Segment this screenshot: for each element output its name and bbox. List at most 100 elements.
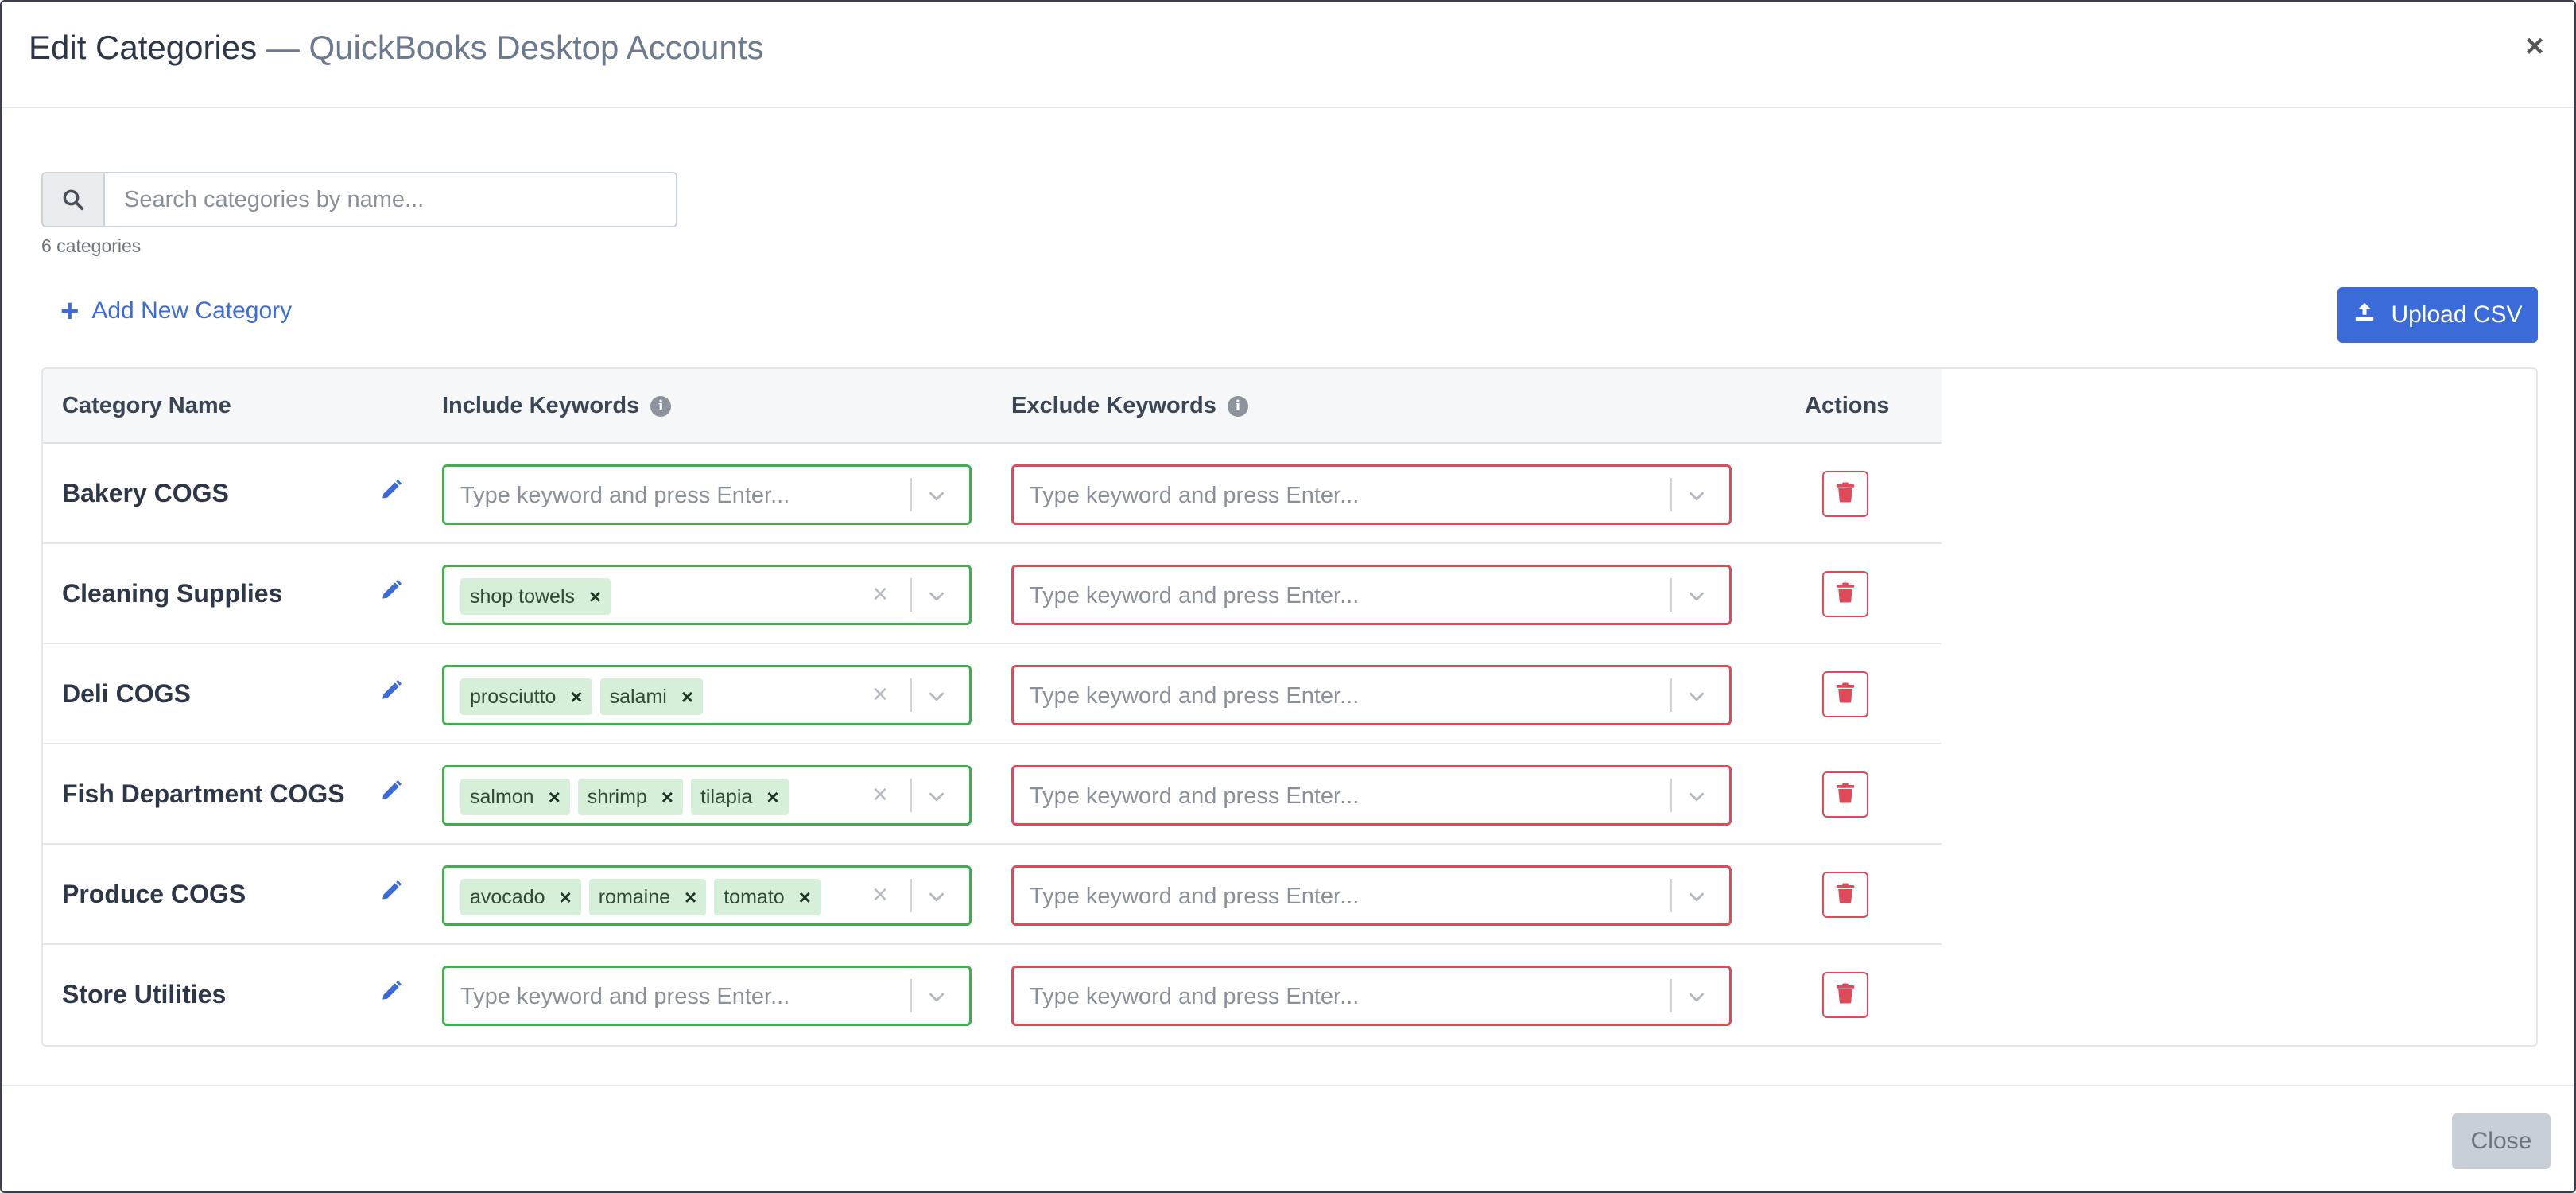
trash-icon bbox=[1833, 581, 1857, 608]
trash-icon bbox=[1833, 781, 1857, 809]
chevron-down-icon[interactable] bbox=[1685, 484, 1709, 508]
divider bbox=[1670, 478, 1672, 511]
delete-button[interactable] bbox=[1822, 771, 1868, 818]
chevron-down-icon[interactable] bbox=[925, 685, 949, 709]
remove-tag-icon[interactable]: × bbox=[589, 585, 601, 609]
delete-button[interactable] bbox=[1822, 471, 1868, 517]
include-keywords-field[interactable]: salmon × shrimp × tilapia × × bbox=[442, 765, 972, 826]
remove-tag-icon[interactable]: × bbox=[549, 785, 561, 810]
header-actions-label: Actions bbox=[1805, 393, 1890, 418]
clear-icon[interactable]: × bbox=[866, 580, 894, 608]
category-name: Cleaning Supplies bbox=[62, 579, 283, 608]
include-tags: avocado × romaine × tomato × bbox=[460, 879, 821, 915]
header-include-keywords: Include Keywords i bbox=[442, 393, 672, 419]
include-keywords-field[interactable]: Type keyword and press Enter... bbox=[442, 966, 972, 1026]
table-row: Store Utilities Type keyword and press En… bbox=[43, 945, 1942, 1045]
keyword-tag-label: shop towels bbox=[470, 585, 576, 608]
table-row: Cleaning Supplies shop towels × × Type keywo… bbox=[43, 544, 1942, 644]
remove-tag-icon[interactable]: × bbox=[799, 885, 811, 910]
chevron-down-icon[interactable] bbox=[925, 785, 949, 809]
trash-icon bbox=[1833, 480, 1857, 508]
pencil-icon[interactable] bbox=[378, 878, 404, 903]
divider bbox=[910, 678, 912, 712]
remove-tag-icon[interactable]: × bbox=[766, 785, 778, 810]
divider bbox=[1670, 879, 1672, 912]
chevron-down-icon[interactable] bbox=[1685, 985, 1709, 1009]
category-name: Bakery COGS bbox=[62, 479, 229, 507]
keyword-tag-label: tomato bbox=[724, 885, 785, 908]
delete-button[interactable] bbox=[1822, 671, 1868, 717]
exclude-keywords-field[interactable]: Type keyword and press Enter... bbox=[1011, 464, 1732, 525]
divider bbox=[1670, 578, 1672, 612]
pencil-icon[interactable] bbox=[378, 577, 404, 603]
include-keywords-field[interactable]: shop towels × × bbox=[442, 565, 972, 625]
exclude-keywords-field[interactable]: Type keyword and press Enter... bbox=[1011, 765, 1732, 826]
category-count: 6 categories bbox=[41, 235, 142, 256]
remove-tag-icon[interactable]: × bbox=[685, 885, 696, 910]
keyword-tag: shrimp × bbox=[577, 779, 683, 815]
add-category-button[interactable]: + Add New Category bbox=[60, 293, 293, 328]
category-name: Produce COGS bbox=[62, 880, 246, 908]
search-icon[interactable] bbox=[43, 173, 105, 226]
upload-icon bbox=[2353, 300, 2376, 330]
chevron-down-icon[interactable] bbox=[925, 585, 949, 608]
include-keywords-field[interactable]: prosciutto × salami × × bbox=[442, 665, 972, 725]
chevron-down-icon[interactable] bbox=[925, 484, 949, 508]
header-exclude-keywords: Exclude Keywords i bbox=[1011, 393, 1248, 419]
pencil-icon[interactable] bbox=[378, 477, 404, 503]
exclude-placeholder: Type keyword and press Enter... bbox=[1030, 683, 1360, 709]
modal-subtitle: QuickBooks Desktop Accounts bbox=[308, 29, 764, 66]
chevron-down-icon[interactable] bbox=[1685, 685, 1709, 709]
include-keywords-field[interactable]: avocado × romaine × tomato × × bbox=[442, 865, 972, 926]
chevron-down-icon[interactable] bbox=[925, 885, 949, 909]
upload-csv-button[interactable]: Upload CSV bbox=[2337, 287, 2538, 343]
chevron-down-icon[interactable] bbox=[1685, 585, 1709, 608]
clear-icon[interactable]: × bbox=[866, 680, 894, 709]
keyword-tag: romaine × bbox=[588, 879, 707, 915]
remove-tag-icon[interactable]: × bbox=[661, 785, 673, 810]
keyword-tag-label: tilapia bbox=[700, 785, 753, 808]
divider bbox=[910, 578, 912, 612]
chevron-down-icon[interactable] bbox=[925, 985, 949, 1009]
upload-csv-label: Upload CSV bbox=[2391, 301, 2523, 328]
table-row: Produce COGS avocado × romaine × tomato × × Type… bbox=[43, 845, 1942, 945]
close-icon[interactable]: × bbox=[2519, 30, 2551, 62]
exclude-placeholder: Type keyword and press Enter... bbox=[1030, 583, 1360, 608]
include-keywords-field[interactable]: Type keyword and press Enter... bbox=[442, 464, 972, 525]
chevron-down-icon[interactable] bbox=[1685, 785, 1709, 809]
pencil-icon[interactable] bbox=[378, 678, 404, 703]
category-name: Deli COGS bbox=[62, 679, 191, 708]
clear-icon[interactable]: × bbox=[866, 880, 894, 909]
remove-tag-icon[interactable]: × bbox=[570, 685, 582, 709]
header-category-name-label: Category Name bbox=[62, 393, 231, 418]
exclude-keywords-field[interactable]: Type keyword and press Enter... bbox=[1011, 565, 1732, 625]
pencil-icon[interactable] bbox=[378, 778, 404, 803]
category-name: Fish Department COGS bbox=[62, 779, 345, 808]
info-icon[interactable]: i bbox=[650, 395, 672, 417]
exclude-keywords-field[interactable]: Type keyword and press Enter... bbox=[1011, 966, 1732, 1026]
clear-icon[interactable]: × bbox=[866, 780, 894, 809]
chevron-down-icon[interactable] bbox=[1685, 885, 1709, 909]
info-icon[interactable]: i bbox=[1227, 395, 1248, 417]
modal-title-separator: — bbox=[266, 29, 300, 66]
include-tags: prosciutto × salami × bbox=[460, 678, 704, 715]
keyword-tag: shop towels × bbox=[460, 578, 611, 615]
exclude-keywords-field[interactable]: Type keyword and press Enter... bbox=[1011, 665, 1732, 725]
add-category-label: Add New Category bbox=[91, 297, 293, 324]
delete-button[interactable] bbox=[1822, 872, 1868, 918]
plus-icon: + bbox=[60, 293, 80, 328]
exclude-keywords-field[interactable]: Type keyword and press Enter... bbox=[1011, 865, 1732, 926]
exclude-placeholder: Type keyword and press Enter... bbox=[1030, 884, 1360, 909]
search-bar bbox=[41, 172, 677, 227]
delete-button[interactable] bbox=[1822, 571, 1868, 617]
delete-button[interactable] bbox=[1822, 972, 1868, 1018]
remove-tag-icon[interactable]: × bbox=[560, 885, 572, 910]
table-header: Category Name Include Keywords i Exclude … bbox=[43, 369, 1942, 444]
pencil-icon[interactable] bbox=[378, 978, 404, 1004]
header-category-name: Category Name bbox=[62, 393, 231, 419]
search-input[interactable] bbox=[105, 173, 676, 226]
close-button[interactable]: Close bbox=[2452, 1113, 2551, 1169]
keyword-tag-label: salmon bbox=[470, 785, 534, 808]
remove-tag-icon[interactable]: × bbox=[681, 685, 693, 709]
divider bbox=[910, 879, 912, 912]
